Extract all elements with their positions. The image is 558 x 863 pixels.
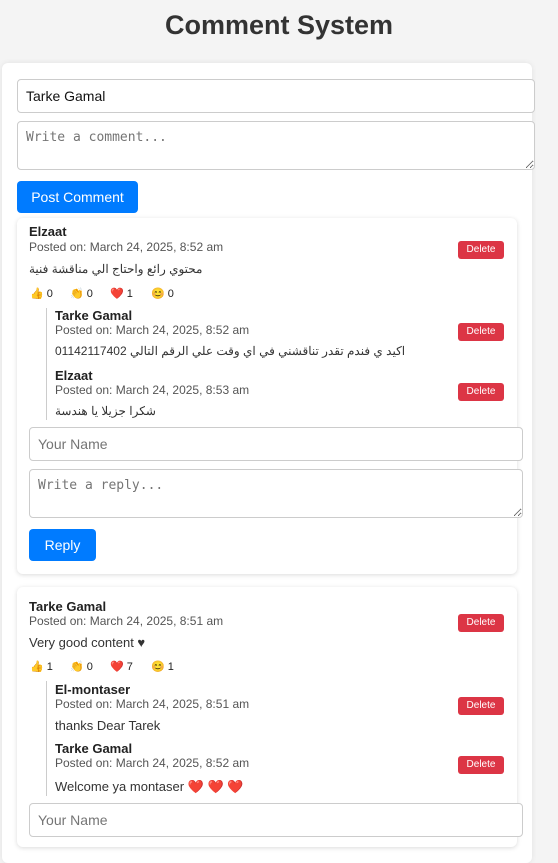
smile-icon: 😊 bbox=[151, 661, 165, 673]
reply-author: Tarke Gamal bbox=[55, 308, 133, 323]
delete-button[interactable]: Delete bbox=[458, 756, 504, 774]
heart-icon: ❤️ bbox=[110, 288, 124, 300]
reply-name-input[interactable] bbox=[29, 803, 523, 837]
delete-button[interactable]: Delete bbox=[458, 323, 504, 341]
smile-reaction[interactable]: 😊 0 bbox=[151, 287, 174, 300]
like-reaction[interactable]: 👍 1 bbox=[30, 660, 53, 673]
heart-reaction[interactable]: ❤️ 7 bbox=[110, 660, 133, 673]
reply-thread-line bbox=[46, 681, 47, 796]
reply-date: Posted on: March 24, 2025, 8:52 am bbox=[55, 323, 250, 337]
reply-text: شكرا جزيلا يا هندسة bbox=[55, 404, 156, 418]
heart-count: 1 bbox=[126, 288, 133, 300]
delete-button[interactable]: Delete bbox=[458, 614, 504, 632]
clap-reaction[interactable]: 👏 0 bbox=[70, 287, 93, 300]
like-count: 1 bbox=[46, 661, 53, 673]
comment-author: Tarke Gamal bbox=[29, 599, 107, 614]
comment-date: Posted on: March 24, 2025, 8:51 am bbox=[29, 614, 224, 628]
comment-author: Elzaat bbox=[29, 224, 67, 239]
comment-text: Very good content ♥ bbox=[29, 635, 146, 650]
clap-reaction[interactable]: 👏 0 bbox=[70, 660, 93, 673]
reply-name-input[interactable] bbox=[29, 427, 523, 461]
smile-count: 1 bbox=[167, 661, 174, 673]
thumbs-up-icon: 👍 bbox=[30, 288, 44, 300]
smile-reaction[interactable]: 😊 1 bbox=[151, 660, 174, 673]
reply-date: Posted on: March 24, 2025, 8:53 am bbox=[55, 383, 250, 397]
clap-count: 0 bbox=[86, 661, 93, 673]
name-input[interactable] bbox=[17, 79, 535, 113]
post-comment-button[interactable]: Post Comment bbox=[17, 181, 138, 213]
reply-text: thanks Dear Tarek bbox=[55, 718, 161, 733]
delete-button[interactable]: Delete bbox=[458, 697, 504, 715]
comment-text: محتوي رائع واحتاج الي مناقشة فنية bbox=[29, 262, 203, 276]
delete-button[interactable]: Delete bbox=[458, 383, 504, 401]
reply-date: Posted on: March 24, 2025, 8:52 am bbox=[55, 756, 250, 770]
comment-textarea[interactable] bbox=[17, 121, 535, 170]
like-count: 0 bbox=[46, 288, 53, 300]
clap-count: 0 bbox=[86, 288, 93, 300]
clap-icon: 👏 bbox=[70, 661, 84, 673]
comment-date: Posted on: March 24, 2025, 8:52 am bbox=[29, 240, 224, 254]
reply-text: اكيد ي فندم تقدر تناقشني في اي وقت علي ا… bbox=[55, 344, 406, 358]
like-reaction[interactable]: 👍 0 bbox=[30, 287, 53, 300]
page-title: Comment System bbox=[164, 10, 394, 40]
reply-author: El-montaser bbox=[55, 682, 131, 697]
reply-thread-line bbox=[46, 308, 47, 420]
smile-icon: 😊 bbox=[151, 288, 165, 300]
heart-reaction[interactable]: ❤️ 1 bbox=[110, 287, 133, 300]
reply-button[interactable]: Reply bbox=[29, 529, 96, 561]
heart-icon: ❤️ bbox=[110, 661, 124, 673]
reply-text: Welcome ya montaser ❤️ ❤️ ❤️ bbox=[55, 779, 244, 794]
reply-author: Elzaat bbox=[55, 368, 93, 383]
heart-count: 7 bbox=[126, 661, 133, 673]
delete-button[interactable]: Delete bbox=[458, 241, 504, 259]
reply-date: Posted on: March 24, 2025, 8:51 am bbox=[55, 697, 250, 711]
thumbs-up-icon: 👍 bbox=[30, 661, 44, 673]
reply-textarea[interactable] bbox=[29, 469, 523, 518]
clap-icon: 👏 bbox=[70, 288, 84, 300]
smile-count: 0 bbox=[167, 288, 174, 300]
reply-author: Tarke Gamal bbox=[55, 741, 133, 756]
